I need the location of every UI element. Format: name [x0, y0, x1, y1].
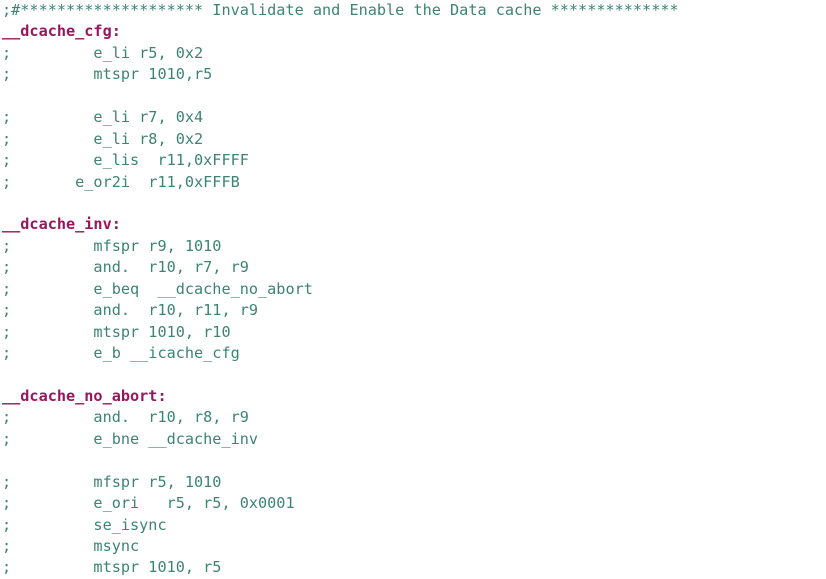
code-comment: ; msync — [2, 536, 140, 555]
code-line[interactable]: ; e_bne __dcache_inv — [0, 429, 826, 450]
code-line[interactable]: __dcache_no_abort: — [0, 386, 826, 407]
code-line[interactable] — [0, 193, 826, 214]
code-line[interactable]: ; e_li r8, 0x2 — [0, 129, 826, 150]
code-comment: ; mtspr 1010, r5 — [2, 558, 222, 577]
code-line[interactable]: ; se_isync — [0, 515, 826, 536]
code-line[interactable]: __dcache_inv: — [0, 214, 826, 235]
code-line[interactable]: ; and. r10, r11, r9 — [0, 300, 826, 321]
code-comment: ; e_bne __dcache_inv — [2, 429, 259, 448]
code-comment: ; mtspr 1010,r5 — [2, 65, 213, 84]
code-editor-view[interactable]: ;#******************** Invalidate and En… — [0, 0, 826, 576]
code-line[interactable]: ; and. r10, r8, r9 — [0, 407, 826, 428]
code-comment: ; e_li r8, 0x2 — [2, 129, 204, 148]
code-comment: ; and. r10, r11, r9 — [2, 301, 259, 320]
code-comment: ; se_isync — [2, 515, 167, 534]
code-comment: ; e_b __icache_cfg — [2, 344, 240, 362]
code-comment: ; e_or2i r11,0xFFFB — [2, 172, 240, 191]
code-line[interactable]: ; e_lis r11,0xFFFF — [0, 150, 826, 171]
code-line[interactable]: ; mtspr 1010,r5 — [0, 64, 826, 85]
code-line[interactable]: ; mfspr r5, 1010 — [0, 472, 826, 493]
code-line[interactable]: ; mfspr r9, 1010 — [0, 236, 826, 257]
code-comment: ; e_ori r5, r5, 0x0001 — [2, 494, 295, 513]
code-line[interactable]: ; e_beq __dcache_no_abort — [0, 279, 826, 300]
code-comment: ; e_beq __dcache_no_abort — [2, 279, 313, 298]
code-comment: ;#******************** Invalidate and En… — [2, 1, 679, 19]
code-line[interactable]: ; and. r10, r7, r9 — [0, 257, 826, 278]
code-line[interactable]: ;#******************** Invalidate and En… — [0, 0, 826, 21]
code-comment: ; mfspr r9, 1010 — [2, 236, 222, 255]
code-line[interactable]: ; e_li r5, 0x2 — [0, 43, 826, 64]
code-line[interactable]: ; e_ori r5, r5, 0x0001 — [0, 493, 826, 514]
code-label: __dcache_no_abort: — [2, 386, 167, 405]
code-comment: ; e_lis r11,0xFFFF — [2, 151, 249, 170]
code-line[interactable] — [0, 86, 826, 107]
code-comment: ; and. r10, r8, r9 — [2, 408, 249, 427]
code-label: __dcache_cfg: — [2, 22, 121, 41]
code-line[interactable]: ; e_li r7, 0x4 — [0, 107, 826, 128]
code-comment: ; mfspr r5, 1010 — [2, 472, 222, 491]
code-comment: ; e_li r7, 0x4 — [2, 108, 204, 127]
code-comment: ; e_li r5, 0x2 — [2, 43, 204, 62]
code-comment: ; and. r10, r7, r9 — [2, 258, 249, 277]
code-line[interactable]: ; e_or2i r11,0xFFFB — [0, 172, 826, 193]
code-line[interactable]: ; msync — [0, 536, 826, 557]
code-line[interactable] — [0, 364, 826, 385]
code-line[interactable] — [0, 450, 826, 471]
code-line[interactable]: ; e_b __icache_cfg — [0, 343, 826, 364]
code-label: __dcache_inv: — [2, 215, 121, 234]
code-line[interactable]: ; mtspr 1010, r10 — [0, 322, 826, 343]
code-comment: ; mtspr 1010, r10 — [2, 322, 231, 341]
code-line[interactable]: __dcache_cfg: — [0, 21, 826, 42]
